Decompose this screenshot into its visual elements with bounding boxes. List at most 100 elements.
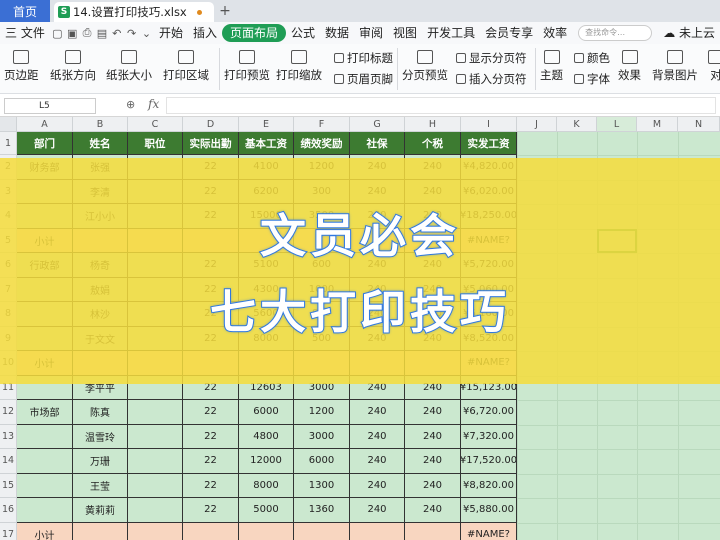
table-cell[interactable]: 小计	[17, 522, 73, 540]
table-cell[interactable]	[239, 522, 294, 540]
open-folder-icon[interactable]: ▢	[50, 27, 65, 40]
table-cell[interactable]: 万珊	[73, 449, 128, 474]
table-cell[interactable]	[350, 522, 405, 540]
table-cell[interactable]: 240	[350, 498, 405, 523]
column-header-k[interactable]: K	[557, 117, 597, 132]
select-all-corner[interactable]	[0, 117, 17, 132]
print-titles-button[interactable]: 打印标题	[334, 50, 393, 66]
table-cell[interactable]: 6000	[239, 400, 294, 425]
table-cell[interactable]: 240	[350, 473, 405, 498]
table-cell[interactable]	[405, 522, 461, 540]
table-cell[interactable]: 3000	[294, 424, 350, 449]
table-cell[interactable]: 240	[405, 400, 461, 425]
table-header-cell[interactable]: 实发工资	[461, 132, 517, 155]
table-cell[interactable]: 12000	[239, 449, 294, 474]
page-break-preview-button[interactable]: 分页预览	[402, 50, 448, 83]
column-header-m[interactable]: M	[637, 117, 678, 132]
tab-formulas[interactable]: 公式	[286, 24, 320, 42]
row-header-15[interactable]: 15	[0, 473, 17, 498]
print-preview-button[interactable]: 打印预览	[224, 50, 270, 83]
tab-member[interactable]: 会员专享	[480, 24, 538, 42]
tab-page-layout[interactable]: 页面布局	[221, 24, 286, 42]
table-cell[interactable]: 4800	[239, 424, 294, 449]
table-cell[interactable]: 8000	[239, 473, 294, 498]
column-header-d[interactable]: D	[183, 117, 239, 132]
name-box[interactable]: L5	[4, 98, 96, 114]
column-header-c[interactable]: C	[128, 117, 183, 132]
table-header-cell[interactable]: 职位	[128, 132, 183, 155]
tab-view[interactable]: 视图	[388, 24, 422, 42]
column-header-j[interactable]: J	[517, 117, 557, 132]
table-header-cell[interactable]: 实际出勤	[183, 132, 239, 155]
print-icon[interactable]: ⎙	[80, 26, 95, 40]
table-cell[interactable]	[183, 522, 239, 540]
align-button[interactable]: 对	[708, 50, 720, 83]
table-cell[interactable]: ¥7,320.00	[461, 424, 517, 449]
table-header-cell[interactable]: 基本工资	[239, 132, 294, 155]
table-cell[interactable]	[128, 522, 183, 540]
table-cell[interactable]: 市场部	[17, 400, 73, 425]
table-cell[interactable]	[17, 449, 73, 474]
table-cell[interactable]	[294, 522, 350, 540]
table-cell[interactable]: 陈真	[73, 400, 128, 425]
table-cell[interactable]: 22	[183, 424, 239, 449]
zoom-icon[interactable]: ⊕	[126, 98, 135, 111]
table-header-cell[interactable]: 姓名	[73, 132, 128, 155]
row-header-1[interactable]: 1	[0, 132, 17, 155]
table-cell[interactable]: 240	[405, 424, 461, 449]
table-cell[interactable]: 1200	[294, 400, 350, 425]
table-cell[interactable]	[17, 498, 73, 523]
table-cell[interactable]	[128, 449, 183, 474]
row-header-12[interactable]: 12	[0, 400, 17, 425]
orientation-button[interactable]: 纸张方向	[50, 50, 96, 83]
table-cell[interactable]: 1360	[294, 498, 350, 523]
column-header-h[interactable]: H	[405, 117, 461, 132]
table-cell[interactable]: 240	[350, 449, 405, 474]
home-tab[interactable]: 首页	[0, 0, 50, 22]
chevron-down-icon[interactable]: ⌄	[139, 27, 154, 40]
table-cell[interactable]	[73, 522, 128, 540]
table-cell[interactable]: 黄莉莉	[73, 498, 128, 523]
table-cell[interactable]: 240	[350, 400, 405, 425]
cloud-sync-button[interactable]: ☁ 未上云	[658, 24, 720, 42]
tab-developer[interactable]: 开发工具	[422, 24, 480, 42]
table-cell[interactable]	[128, 473, 183, 498]
table-cell[interactable]: 22	[183, 498, 239, 523]
table-cell[interactable]: 240	[405, 498, 461, 523]
table-cell[interactable]: 王莹	[73, 473, 128, 498]
tab-start[interactable]: 开始	[154, 24, 188, 42]
column-header-a[interactable]: A	[17, 117, 73, 132]
insert-page-break-button[interactable]: 插入分页符	[456, 71, 527, 87]
show-page-breaks-checkbox[interactable]: 显示分页符	[456, 50, 527, 66]
table-cell[interactable]: 240	[350, 424, 405, 449]
column-header-b[interactable]: B	[73, 117, 128, 132]
table-cell[interactable]: 240	[405, 473, 461, 498]
tab-efficiency[interactable]: 效率	[538, 24, 572, 42]
table-header-cell[interactable]: 个税	[405, 132, 461, 155]
table-cell[interactable]: ¥8,820.00	[461, 473, 517, 498]
undo-icon[interactable]: ↶	[109, 27, 124, 40]
table-cell[interactable]	[17, 424, 73, 449]
print-area-button[interactable]: 打印区域	[163, 50, 209, 83]
file-tab[interactable]: S 14.设置打印技巧.xlsx	[54, 2, 214, 22]
table-cell[interactable]: ¥6,720.00	[461, 400, 517, 425]
margins-button[interactable]: 页边距	[4, 50, 39, 83]
table-cell[interactable]: 22	[183, 449, 239, 474]
column-header-f[interactable]: F	[294, 117, 350, 132]
column-header-i[interactable]: I	[461, 117, 517, 132]
tab-data[interactable]: 数据	[320, 24, 354, 42]
command-search-input[interactable]: 查找命令…	[578, 25, 653, 41]
table-cell[interactable]: 22	[183, 400, 239, 425]
table-cell[interactable]	[17, 473, 73, 498]
effects-button[interactable]: 效果	[618, 50, 641, 83]
table-cell[interactable]	[128, 498, 183, 523]
column-header-g[interactable]: G	[350, 117, 405, 132]
table-cell[interactable]: 22	[183, 473, 239, 498]
row-header-17[interactable]: 17	[0, 522, 17, 540]
table-cell[interactable]: 5000	[239, 498, 294, 523]
fonts-button[interactable]: 字体	[574, 71, 610, 87]
tab-review[interactable]: 审阅	[354, 24, 388, 42]
fx-icon[interactable]: fx	[148, 97, 159, 111]
redo-icon[interactable]: ↷	[124, 27, 139, 40]
table-header-cell[interactable]: 部门	[17, 132, 73, 155]
